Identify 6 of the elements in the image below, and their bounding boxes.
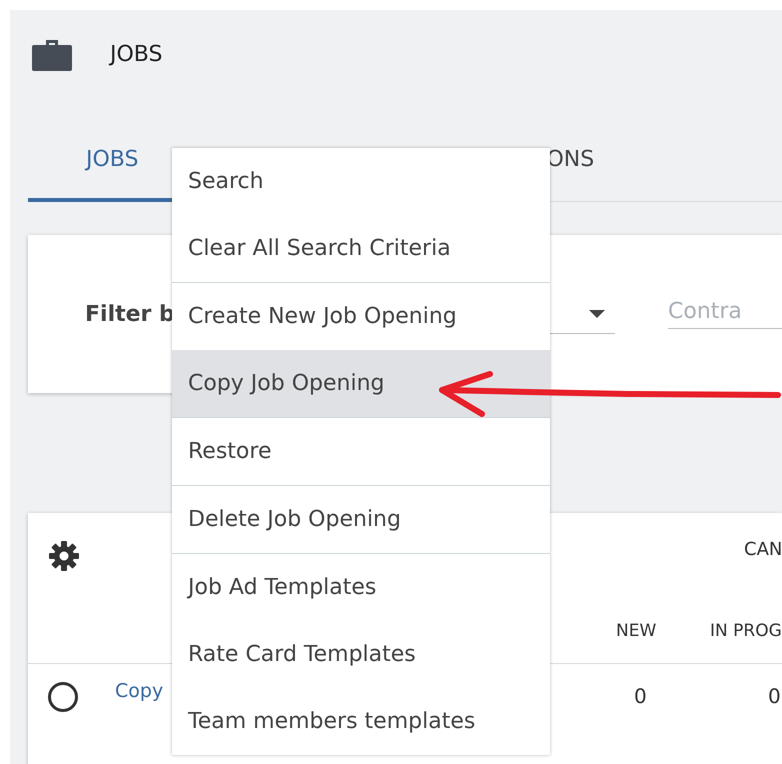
table-cell: 0: [634, 684, 647, 708]
page-title: JOBS: [110, 42, 162, 66]
column-group-header: CAN: [744, 539, 782, 560]
column-header: IN PROG: [710, 621, 782, 641]
table-cell: 0: [768, 684, 781, 708]
column-header: NEW: [616, 621, 656, 641]
